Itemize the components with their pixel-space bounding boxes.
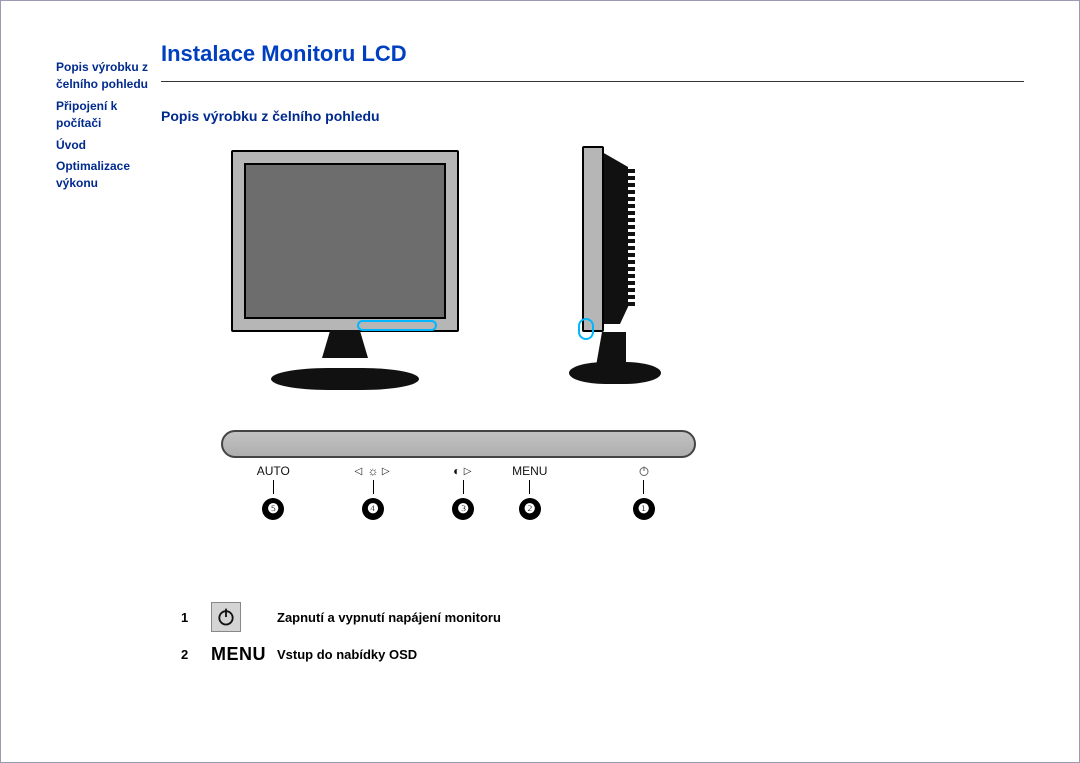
auto-label: AUTO (243, 462, 303, 480)
monitor-front-icon (231, 150, 459, 390)
function-row-2: 2 MENU Vstup do nabídky OSD (181, 644, 1024, 665)
function-number: 1 (181, 610, 211, 625)
button-strip-icon (221, 430, 696, 458)
monitor-figures (231, 146, 1024, 390)
button-highlight-side-icon (578, 318, 594, 340)
button-3-contrast: ◐ ▷ ❸ (433, 462, 493, 520)
callout-5-icon: ❺ (262, 498, 284, 520)
power-button-icon (211, 602, 241, 632)
function-list: 1 Zapnutí a vypnutí napájení monitoru 2 … (181, 602, 1024, 665)
function-description: Vstup do nabídky OSD (277, 647, 417, 662)
callout-2-icon: ❷ (519, 498, 541, 520)
button-5-auto: AUTO ❺ (243, 462, 303, 520)
menu-label: MENU (500, 462, 560, 480)
button-highlight-front-icon (357, 320, 437, 331)
sidebar-item-connecting[interactable]: Připojení k počítači (56, 98, 153, 133)
button-strip-figure: AUTO ❺ ◁ ☼ ▷ ❹ ◐ ▷ ❸ MENU ❷ (221, 430, 696, 552)
sidebar-item-optimization[interactable]: Optimalizace výkonu (56, 158, 153, 193)
sidebar-item-introduction[interactable]: Úvod (56, 137, 153, 154)
button-2-menu: MENU ❷ (500, 462, 560, 520)
sidebar-item-front-description[interactable]: Popis výrobku z čelního pohledu (56, 59, 153, 94)
sidebar-nav: Popis výrobku z čelního pohledu Připojen… (56, 31, 161, 762)
button-1-power: ❶ (614, 462, 674, 520)
left-arrow-icon: ◁ (354, 466, 364, 477)
callout-3-icon: ❸ (452, 498, 474, 520)
page-title: Instalace Monitoru LCD (161, 41, 1024, 67)
monitor-side-icon (554, 146, 664, 390)
power-icon (638, 465, 650, 477)
function-number: 2 (181, 647, 211, 662)
menu-text-icon: MENU (211, 644, 266, 665)
main-content: Instalace Monitoru LCD Popis výrobku z č… (161, 31, 1024, 762)
right-arrow-icon: ▷ (464, 466, 474, 477)
contrast-icon: ◐ (453, 464, 460, 478)
callout-4-icon: ❹ (362, 498, 384, 520)
brightness-icon: ☼ (368, 464, 379, 478)
right-arrow-icon: ▷ (382, 466, 392, 477)
section-heading: Popis výrobku z čelního pohledu (161, 108, 1024, 124)
callout-1-icon: ❶ (633, 498, 655, 520)
function-row-1: 1 Zapnutí a vypnutí napájení monitoru (181, 602, 1024, 632)
document-page: Popis výrobku z čelního pohledu Připojen… (0, 0, 1080, 763)
divider (161, 81, 1024, 82)
button-4-brightness: ◁ ☼ ▷ ❹ (343, 462, 403, 520)
function-description: Zapnutí a vypnutí napájení monitoru (277, 610, 501, 625)
